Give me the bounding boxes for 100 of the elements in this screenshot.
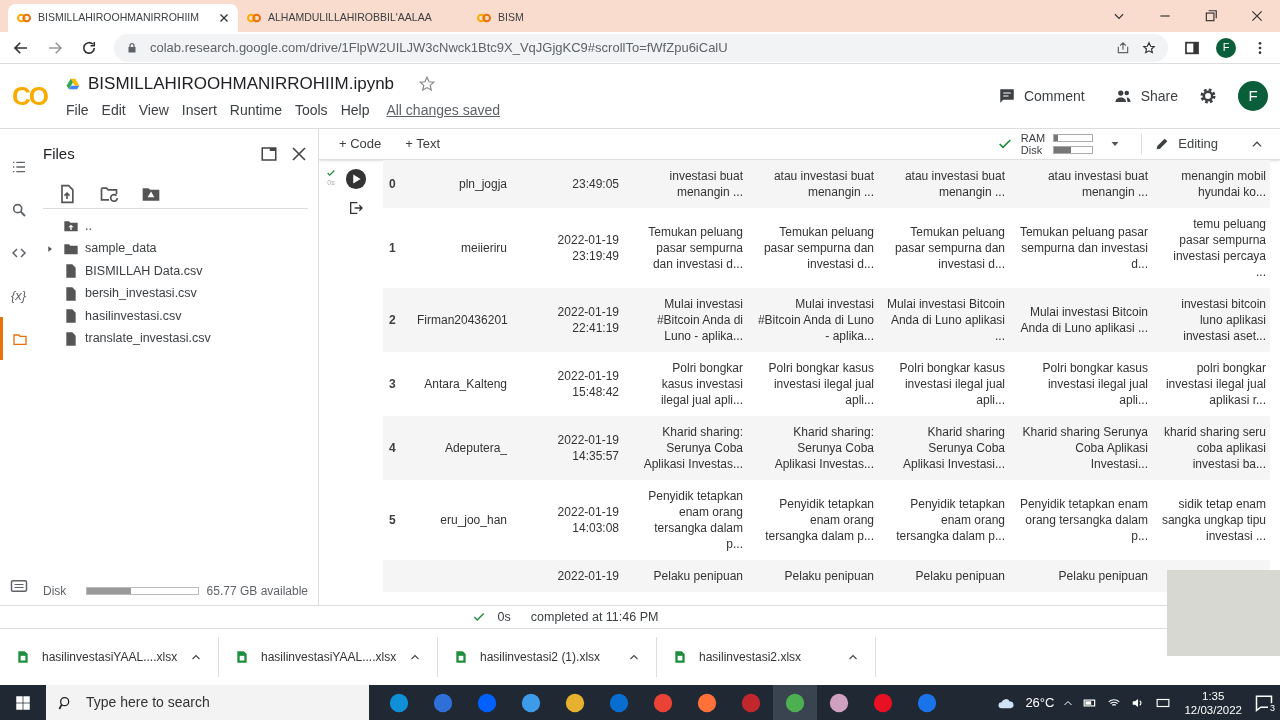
table-cell: Penyidik tetapkan enam orang tersangka dalam p... <box>896 497 1005 543</box>
restore-icon[interactable] <box>1204 9 1218 23</box>
clock-date: 12/03/2022 <box>1184 702 1242 717</box>
spreadsheet-file-icon <box>454 649 468 665</box>
close-icon[interactable] <box>218 12 230 24</box>
add-text-button[interactable]: + Text <box>401 134 445 154</box>
taskbar-search-field[interactable]: Type here to search <box>46 685 369 720</box>
table-cell: Kharid sharing: Serunya Coba Aplikasi Investas... <box>643 425 743 471</box>
menu-item[interactable]: Runtime <box>229 100 282 122</box>
disk-meter <box>1053 146 1094 154</box>
close-icon[interactable] <box>1250 9 1264 23</box>
notebook-title[interactable]: BISMILLAHIROOHMANIRROHIIM.ipynb <box>88 70 395 97</box>
share-button[interactable]: Share <box>1104 80 1186 112</box>
editing-mode-button[interactable]: Editing <box>1141 134 1218 154</box>
table-cell: 2022-01-19 15:48:42 <box>557 369 619 399</box>
download-item[interactable]: hasilinvestasiYAAL....xlsx <box>219 637 438 677</box>
file-name[interactable]: bersih_investasi.csv <box>85 284 197 304</box>
taskbar-search-field[interactable]: Type here to search <box>86 692 357 713</box>
output-icon[interactable] <box>348 200 364 216</box>
profile-avatar[interactable]: F <box>1216 37 1236 58</box>
table-cell: Penyidik tetapkan enam orang tersangka dalam p... <box>648 489 743 551</box>
address-bar[interactable]: colab.research.google.com/drive/1FlpW2UILJW3cNwck1Btc9X_VqJGjgKC9#scrollTo=fWfZpu6iCalU <box>114 33 1168 62</box>
share-icon[interactable] <box>1116 40 1130 55</box>
app-icon[interactable] <box>872 691 894 714</box>
app-icon[interactable] <box>916 691 938 714</box>
file-name: hasilinvestasi2.xlsx <box>699 649 803 666</box>
table-cell: atau investasi buat menangin ... <box>1047 169 1148 199</box>
table-cell: 2022-01-19 22:41:19 <box>557 305 619 335</box>
browser-tab[interactable]: ALHAMDULILLAHIROBBIL'AALAA <box>238 4 468 32</box>
app-icon[interactable] <box>784 691 806 714</box>
app-icon[interactable] <box>520 691 542 714</box>
table-cell: atau investasi buat menangin ... <box>904 169 1005 199</box>
menu-item[interactable]: Tools <box>294 100 328 122</box>
save-status-link[interactable]: All changes saved <box>386 100 501 122</box>
menu-item[interactable]: Help <box>340 100 370 122</box>
row-index: 1 <box>389 241 396 255</box>
download-item[interactable]: hasilinvestasi2.xlsx <box>657 637 876 677</box>
table-cell: Temukan peluang pasar sempurna dan investasi d... <box>1019 225 1148 271</box>
table-cell: Kharid sharing: Serunya Coba Aplikasi Investas... <box>774 425 874 471</box>
file-icon <box>63 263 79 280</box>
row-index: 0 <box>389 177 396 191</box>
table-cell: Mulai investasi #Bitcoin Anda di Luno - aplika... <box>656 297 743 343</box>
star-icon[interactable] <box>418 74 437 93</box>
menu-item[interactable]: File <box>66 100 89 122</box>
download-item[interactable]: hasilinvestasiYAAL....xlsx <box>0 637 219 677</box>
table-cell: atau investasi buat menangin ... <box>773 169 874 199</box>
notification-count: 3 <box>1268 702 1277 713</box>
app-icon[interactable] <box>652 691 674 714</box>
table-cell: Pelaku penipuan <box>1058 569 1148 583</box>
menu-item[interactable]: View <box>138 100 169 122</box>
table-cell: polri bongkar investasi ilegal jual aplikasi r... <box>1165 361 1266 407</box>
table-cell: Pelaku penipuan <box>915 569 1005 583</box>
row-index: 4 <box>389 441 396 455</box>
file-name[interactable]: hasilinvestasi.csv <box>85 306 182 326</box>
table-cell: Penyidik tetapkan enam orang tersangka dalam p... <box>1019 497 1148 543</box>
table-cell: Kharid sharing Serunya Coba Aplikasi Investasi... <box>902 425 1005 471</box>
close-icon[interactable] <box>290 145 308 163</box>
table-cell: Mulai investasi Bitcoin Anda di Luno aplikasi ... <box>1020 305 1148 335</box>
browser-tab[interactable]: BISMILLAHIROOHMANIRROHIIM <box>8 4 238 32</box>
app-icon[interactable] <box>388 691 410 714</box>
colab-logo: CO <box>12 79 49 113</box>
menu-item[interactable]: Insert <box>181 100 217 122</box>
app-icon[interactable] <box>432 691 454 714</box>
disk-free-text: 65.77 GB available <box>206 583 308 600</box>
folder-name[interactable]: .. <box>85 216 92 236</box>
file-name[interactable]: BISMILLAH Data.csv <box>85 261 203 281</box>
execution-time: 0s <box>497 608 511 626</box>
table-cell: Temukan peluang pasar sempurna dan investasi d... <box>648 225 743 271</box>
file-name[interactable]: translate_investasi.csv <box>85 329 211 349</box>
run-cell-icon[interactable] <box>345 168 367 190</box>
app-icon[interactable] <box>564 691 586 714</box>
side-panel-icon[interactable] <box>1184 39 1200 56</box>
settings-icon[interactable] <box>1198 86 1218 106</box>
user-avatar[interactable]: F <box>1238 81 1268 111</box>
popout-window-icon[interactable] <box>260 145 278 163</box>
spreadsheet-file-icon <box>673 649 687 665</box>
add-code-button[interactable]: + Code <box>335 134 386 154</box>
terminal-icon[interactable] <box>9 577 28 595</box>
spreadsheet-file-icon <box>235 649 249 665</box>
table-cell: Penyidik tetapkan enam orang tersangka dalam p... <box>765 497 874 543</box>
browser-tab[interactable]: BISM <box>468 4 698 32</box>
table-cell: Temukan peluang pasar sempurna dan investasi d... <box>894 225 1005 271</box>
file-icon <box>63 308 79 325</box>
comment-icon <box>997 87 1016 105</box>
star-icon[interactable] <box>1142 40 1156 55</box>
row-index: 3 <box>389 377 396 391</box>
comment-button[interactable]: Comment <box>989 80 1093 112</box>
sidebar-tab[interactable]: {x} <box>0 274 37 317</box>
caret-right-icon[interactable] <box>46 244 54 253</box>
app-icon[interactable] <box>696 691 718 714</box>
table-cell: investasi bitcoin luno aplikasi investasi aset... <box>1181 297 1266 343</box>
download-item[interactable]: hasilinvestasi2 (1).xlsx <box>438 637 657 677</box>
table-cell: 2022-01-19 14:35:57 <box>557 433 619 463</box>
url-text: colab.research.google.com/drive/1FlpW2UILJW3cNwck1Btc9X_VqJGjgKC9#scrollTo=fWfZpu6iCalU <box>150 38 729 57</box>
table-cell: kharid sharing seru coba aplikasi investasi ba... <box>1163 425 1266 471</box>
folder-name[interactable]: sample_data <box>85 239 157 259</box>
check-icon <box>471 610 486 624</box>
table-cell: 2022-01-19 14:03:08 <box>557 505 619 535</box>
menu-item[interactable]: Edit <box>101 100 126 122</box>
app-icon[interactable] <box>828 691 850 714</box>
